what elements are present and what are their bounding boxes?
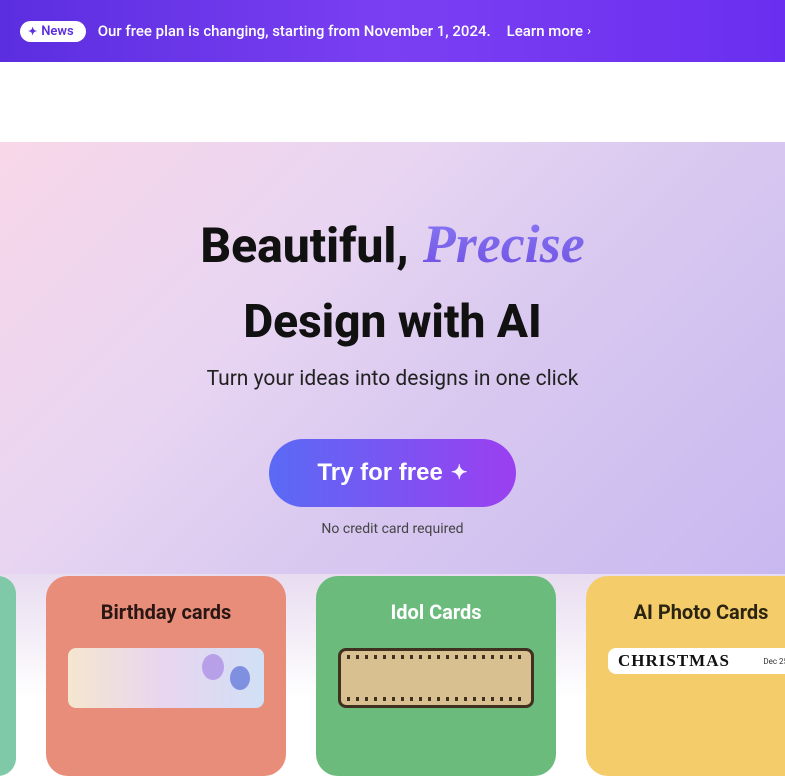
learn-more-link[interactable]: Learn more › bbox=[507, 22, 591, 40]
hero-section: Beautiful, Precise Design with AI Turn y… bbox=[0, 142, 785, 574]
hero-title-line-1: Beautiful, Precise bbox=[0, 212, 785, 277]
cta-label: Try for free bbox=[317, 459, 442, 487]
christmas-word: CHRISTMAS bbox=[618, 651, 730, 671]
banner-text: Our free plan is changing, starting from… bbox=[98, 22, 491, 40]
sparkle-icon: ✦ bbox=[28, 25, 37, 38]
hero-title-word-1: Beautiful, bbox=[200, 217, 408, 275]
try-for-free-button[interactable]: Try for free ✦ bbox=[269, 439, 515, 507]
template-card-birthday[interactable]: Birthday cards bbox=[46, 576, 286, 776]
chevron-right-icon: › bbox=[587, 24, 591, 39]
news-pill: ✦ News bbox=[20, 21, 86, 42]
template-card-idol[interactable]: Idol Cards bbox=[316, 576, 556, 776]
template-card-peek[interactable] bbox=[0, 576, 16, 776]
announcement-banner: ✦ News Our free plan is changing, starti… bbox=[0, 0, 785, 62]
hero-title-accent: Precise bbox=[423, 212, 585, 277]
idol-card-preview bbox=[338, 648, 534, 708]
sparkle-icon: ✦ bbox=[451, 460, 468, 485]
hero-title-line-2: Design with AI bbox=[0, 295, 785, 349]
card-title: Idol Cards bbox=[334, 600, 538, 624]
template-cards-row: Birthday cards Idol Cards AI Photo Cards… bbox=[0, 574, 785, 698]
card-title: AI Photo Cards bbox=[604, 600, 785, 624]
news-pill-label: News bbox=[41, 24, 73, 39]
spacer bbox=[0, 62, 785, 142]
card-title: Birthday cards bbox=[64, 600, 268, 624]
hero-subtitle: Turn your ideas into designs in one clic… bbox=[0, 367, 785, 391]
christmas-date: Dec 25 bbox=[763, 657, 785, 666]
template-card-ai-photo[interactable]: AI Photo Cards CHRISTMAS Dec 25 bbox=[586, 576, 785, 776]
christmas-card-preview: CHRISTMAS Dec 25 bbox=[608, 648, 785, 674]
no-credit-card-text: No credit card required bbox=[0, 521, 785, 537]
birthday-card-preview bbox=[68, 648, 264, 708]
learn-more-label: Learn more bbox=[507, 22, 583, 40]
